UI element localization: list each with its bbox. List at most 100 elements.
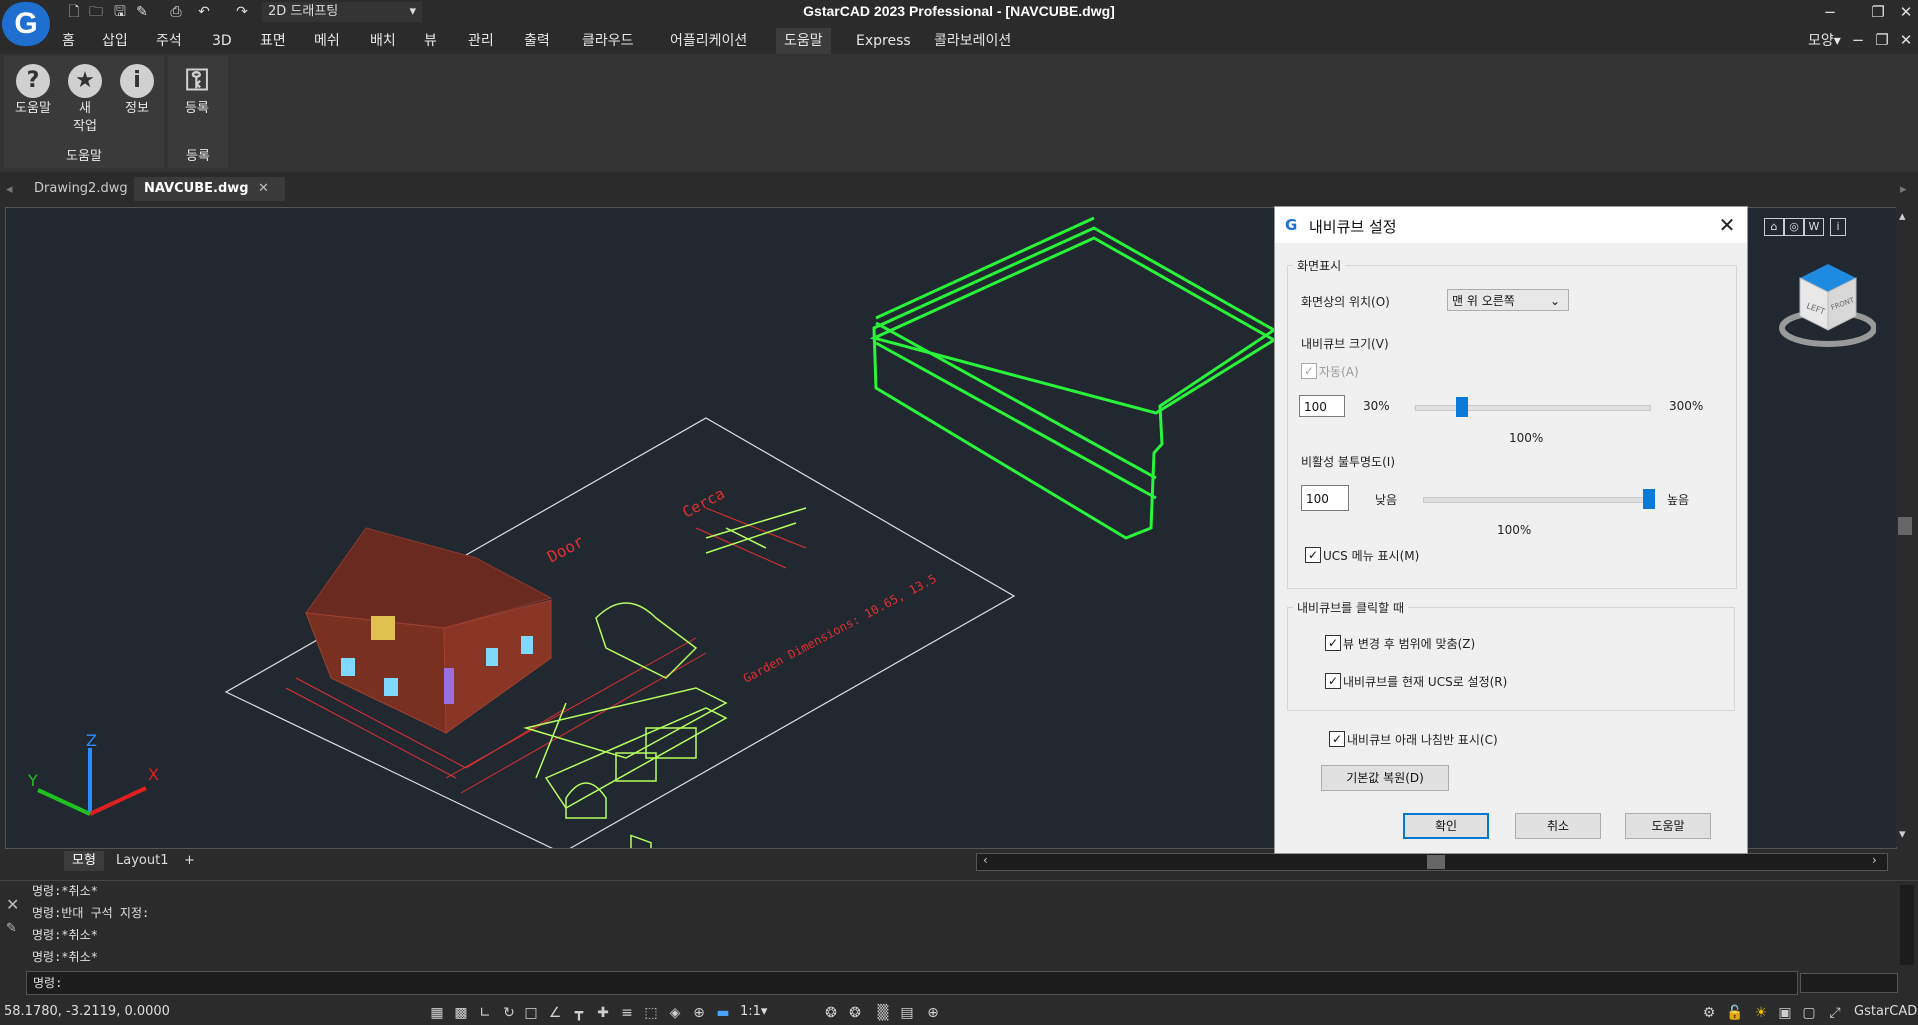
dialog-close-icon[interactable]: ✕ bbox=[1715, 213, 1739, 237]
tab-navcube-label: NAVCUBE.dwg bbox=[144, 181, 249, 196]
transparency-icon[interactable]: ▒ bbox=[874, 1004, 892, 1022]
orbit-icon[interactable]: ◎ bbox=[1784, 218, 1804, 236]
compass-checkbox[interactable]: ✓ bbox=[1329, 731, 1345, 747]
polar-icon[interactable]: ↻ bbox=[500, 1004, 518, 1022]
scroll-thumb[interactable] bbox=[1898, 517, 1912, 535]
menu-insert[interactable]: 삽입 bbox=[94, 28, 136, 54]
home-icon[interactable]: ⌂ bbox=[1764, 218, 1784, 236]
menu-applications[interactable]: 어플리케이션 bbox=[662, 28, 755, 54]
ok-button[interactable]: 확인 bbox=[1403, 813, 1489, 839]
lineweight-icon[interactable]: ≡ bbox=[618, 1004, 636, 1022]
osnap-icon[interactable]: □ bbox=[522, 1004, 540, 1022]
menu-manage[interactable]: 관리 bbox=[460, 28, 502, 54]
bulb-icon[interactable]: ☀ bbox=[1752, 1004, 1770, 1022]
help-dialog-button[interactable]: 도움말 bbox=[1625, 813, 1711, 839]
settings-icon[interactable]: ⚙ bbox=[1700, 1004, 1718, 1022]
navcube[interactable]: LEFT FRONT bbox=[1776, 258, 1876, 350]
add-layout-button[interactable]: + bbox=[176, 851, 203, 871]
auto-scale-icon[interactable]: ❂ bbox=[846, 1004, 864, 1022]
app-small-icon: G bbox=[1285, 216, 1298, 234]
axis-z-label: Z bbox=[86, 731, 97, 750]
fullscreen-icon[interactable]: ⤢ bbox=[1826, 1004, 1844, 1022]
tab-layout1[interactable]: Layout1 bbox=[108, 851, 176, 871]
size-slider-thumb[interactable] bbox=[1455, 397, 1468, 417]
h-scroll-thumb[interactable] bbox=[1427, 855, 1445, 869]
help-button-label: 도움말 bbox=[15, 101, 51, 116]
model-space-icon[interactable]: ▬ bbox=[714, 1004, 732, 1022]
help-button[interactable]: ? 도움말 bbox=[10, 60, 56, 118]
whats-new-button[interactable]: ★ 새 작업 bbox=[62, 60, 108, 136]
fit-checkbox[interactable]: ✓ bbox=[1325, 635, 1341, 651]
vertical-scrollbar[interactable]: ▴ ▾ bbox=[1896, 207, 1914, 847]
horizontal-scrollbar[interactable]: ‹ › bbox=[976, 853, 1888, 871]
scroll-right-icon[interactable]: › bbox=[1872, 853, 1877, 867]
cancel-button[interactable]: 취소 bbox=[1515, 813, 1601, 839]
tab-scroll-right-icon[interactable]: ▸ bbox=[1900, 182, 1907, 197]
lock-icon[interactable]: 🔓 bbox=[1726, 1004, 1744, 1022]
position-dropdown[interactable]: 맨 위 오른쪽 ⌄ bbox=[1447, 289, 1569, 311]
zoom-icon[interactable]: ⊕ bbox=[690, 1004, 708, 1022]
menu-collaboration[interactable]: 콜라보레이션 bbox=[926, 28, 1019, 54]
minimize-button[interactable]: − bbox=[1818, 2, 1842, 22]
info-icon[interactable]: i bbox=[1830, 218, 1846, 236]
command-input[interactable]: 명령: bbox=[26, 971, 1798, 995]
doc-minimize-button[interactable]: − bbox=[1846, 30, 1870, 50]
annotation-visibility-icon[interactable]: ❂ bbox=[822, 1004, 840, 1022]
fence bbox=[869, 216, 1277, 540]
menu-help[interactable]: 도움말 bbox=[776, 28, 831, 54]
opacity-input[interactable]: 100 bbox=[1301, 485, 1349, 511]
set-ucs-checkbox[interactable]: ✓ bbox=[1325, 673, 1341, 689]
appearance-menu[interactable]: 모양▾ bbox=[1800, 28, 1849, 54]
customize-icon[interactable]: ✎ bbox=[6, 921, 17, 936]
menu-annotate[interactable]: 주석 bbox=[148, 28, 190, 54]
snap-grid-icon[interactable]: ▩ bbox=[452, 1004, 470, 1022]
workspace-icon[interactable]: ▣ bbox=[1776, 1004, 1794, 1022]
selection-cycling-icon[interactable]: ⬚ bbox=[642, 1004, 660, 1022]
dynamic-ucs-icon[interactable]: ┳ bbox=[570, 1004, 588, 1022]
add-icon[interactable]: ⊕ bbox=[924, 1004, 942, 1022]
tab-close-icon[interactable]: ✕ bbox=[258, 181, 269, 196]
restore-defaults-button[interactable]: 기본값 복원(D) bbox=[1321, 765, 1449, 791]
menu-surface[interactable]: 표면 bbox=[252, 28, 294, 54]
menu-home[interactable]: 홈 bbox=[54, 28, 83, 54]
ribbon-group-help: ? 도움말 ★ 새 작업 i 정보 도움말 bbox=[4, 56, 164, 168]
layers-icon[interactable]: ◈ bbox=[666, 1004, 684, 1022]
auto-checkbox[interactable]: ✓ bbox=[1301, 363, 1317, 379]
menu-view[interactable]: 뷰 bbox=[416, 28, 445, 54]
grid-icon[interactable]: ▦ bbox=[428, 1004, 446, 1022]
tab-scroll-left-icon[interactable]: ◂ bbox=[6, 182, 13, 197]
command-h-scrollbar[interactable] bbox=[1800, 973, 1898, 993]
annotation-scale[interactable]: 1:1▾ bbox=[740, 1004, 767, 1019]
menu-cloud[interactable]: 클라우드 bbox=[574, 28, 642, 54]
maximize-button[interactable]: ❐ bbox=[1866, 2, 1890, 22]
size-input[interactable]: 100 bbox=[1299, 395, 1345, 417]
key-icon: ⚿ bbox=[185, 63, 209, 98]
menu-layout[interactable]: 배치 bbox=[362, 28, 404, 54]
properties-icon[interactable]: ▤ bbox=[898, 1004, 916, 1022]
command-v-scrollbar[interactable] bbox=[1900, 885, 1914, 965]
scroll-left-icon[interactable]: ‹ bbox=[983, 853, 988, 867]
close-button[interactable]: ✕ bbox=[1894, 2, 1918, 22]
register-button[interactable]: ⚿ 등록 bbox=[174, 60, 220, 118]
menu-3d[interactable]: 3D bbox=[204, 28, 240, 54]
tab-drawing2[interactable]: Drawing2.dwg bbox=[24, 177, 138, 201]
wcs-icon[interactable]: W bbox=[1804, 218, 1824, 236]
ucs-menu-checkbox[interactable]: ✓ bbox=[1305, 547, 1321, 563]
scroll-up-icon[interactable]: ▴ bbox=[1899, 209, 1906, 224]
size-slider-track[interactable] bbox=[1415, 405, 1651, 411]
doc-restore-button[interactable]: ❐ bbox=[1870, 30, 1894, 50]
about-button[interactable]: i 정보 bbox=[114, 60, 160, 118]
opacity-slider-track[interactable] bbox=[1423, 497, 1651, 503]
dynamic-input-icon[interactable]: ✚ bbox=[594, 1004, 612, 1022]
clean-screen-icon[interactable]: ▢ bbox=[1800, 1004, 1818, 1022]
doc-close-button[interactable]: ✕ bbox=[1894, 30, 1918, 50]
otrack-icon[interactable]: ∠ bbox=[546, 1004, 564, 1022]
menu-output[interactable]: 출력 bbox=[516, 28, 558, 54]
tab-model[interactable]: 모형 bbox=[64, 851, 104, 871]
menu-mesh[interactable]: 메쉬 bbox=[306, 28, 348, 54]
opacity-slider-thumb[interactable] bbox=[1643, 489, 1655, 509]
ortho-icon[interactable]: ∟ bbox=[476, 1004, 494, 1022]
scroll-down-icon[interactable]: ▾ bbox=[1899, 827, 1906, 842]
close-command-icon[interactable]: ✕ bbox=[6, 895, 19, 914]
menu-express[interactable]: Express bbox=[848, 28, 919, 54]
